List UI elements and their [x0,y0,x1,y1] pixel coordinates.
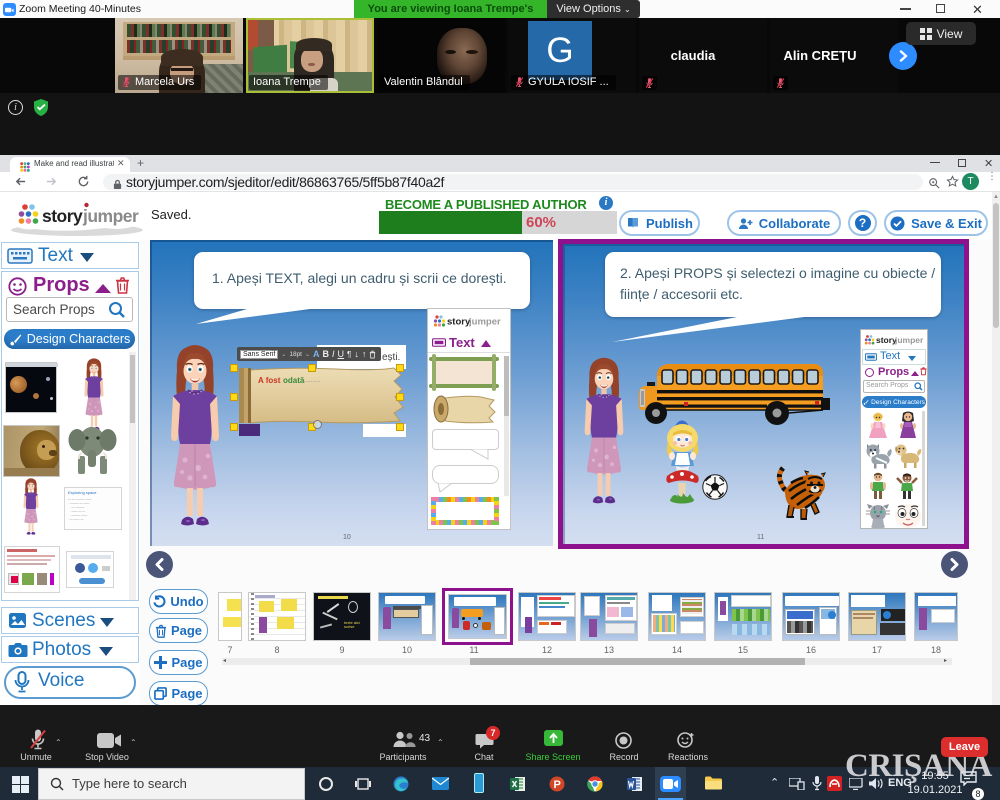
svg-text:jumper: jumper [468,317,501,328]
svg-text:story: story [447,317,471,328]
svg-text:P: P [554,779,561,791]
svg-text:A fost: A fost [258,376,281,385]
svg-text:..........: .......... [304,378,321,384]
svg-text:jumper: jumper [82,206,139,226]
svg-text:story: story [42,206,83,226]
svg-text:story: story [876,335,897,345]
svg-text:jumper: jumper [894,335,924,345]
svg-text:odată: odată [283,376,305,385]
